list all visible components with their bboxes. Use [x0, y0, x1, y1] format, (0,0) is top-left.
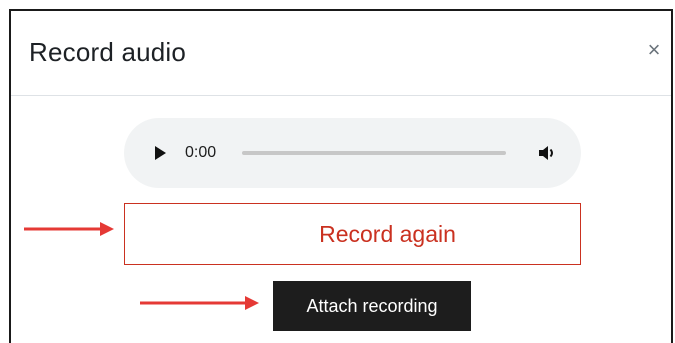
close-icon[interactable]: ×: [643, 39, 665, 61]
dialog-title: Record audio: [29, 37, 187, 67]
attach-recording-button[interactable]: Attach recording: [273, 281, 471, 331]
play-icon[interactable]: [152, 145, 168, 161]
volume-icon[interactable]: [537, 143, 557, 163]
time-display: 0:00: [185, 144, 217, 161]
annotation-arrow-record-again: [24, 222, 114, 236]
record-audio-dialog: Record audio × 0:00 Record again Attach …: [9, 9, 673, 343]
dialog-header: Record audio ×: [11, 11, 671, 96]
annotation-arrow-attach: [140, 296, 259, 310]
audio-player: 0:00: [124, 118, 581, 188]
progress-track[interactable]: [242, 151, 506, 155]
record-again-button[interactable]: Record again: [124, 203, 581, 265]
